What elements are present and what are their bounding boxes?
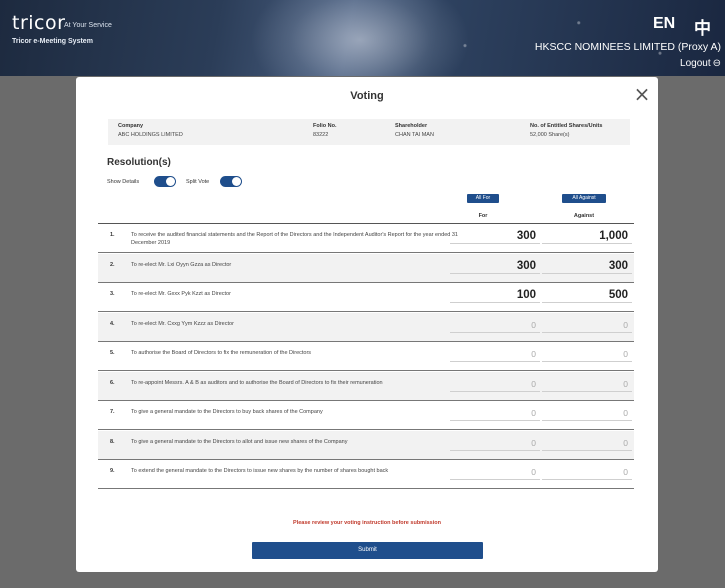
shares-info: No. of Entitled Shares/Units 52,000 Shar… [530,123,602,138]
submit-button[interactable]: Submit [252,542,483,559]
against-vote-input[interactable]: 500 [542,287,632,303]
split-vote-label: Split Vote [186,179,210,185]
resolution-number: 3. [110,291,115,297]
resolution-text: To re-elect Mr. Lxi Oyyn Gzza as Directo… [131,261,232,268]
for-vote-input[interactable]: 100 [450,287,540,303]
resolution-text: To extend the general mandate to the Dir… [131,468,389,474]
system-name: Tricor e-Meeting System [12,38,93,45]
shares-label: No. of Entitled Shares/Units [530,123,603,129]
user-name: HKSCC NOMINEES LIMITED (Proxy A) [534,41,721,53]
logout-icon: ⊖ [712,58,721,69]
shareholder-label: Shareholder [395,123,428,129]
for-vote-input[interactable]: 0 [450,317,540,333]
resolution-number: 1. [110,232,115,238]
company-info: Company ABC HOLDINGS LIMITED [118,123,183,138]
resolution-row: 4. To re-elect Mr. Cxxg Yym Kzzz as Direc… [98,312,634,342]
resolution-number: 4. [110,320,115,327]
for-vote-input[interactable]: 0 [450,376,540,392]
resolution-text: To re-elect Mr. Gxxx Pyk Kzzt as Directo… [131,291,231,297]
resolution-text: To authorise the Board of Directors to f… [131,350,312,356]
logo-tagline: At Your Service [64,22,112,29]
company-label: Company [118,123,144,129]
resolution-text: To give a general mandate to the Directo… [131,409,323,415]
against-vote-input[interactable]: 0 [542,464,632,480]
against-vote-input[interactable]: 0 [542,405,632,421]
show-details-label: Show Details [107,179,140,185]
language-en-link[interactable]: EN [653,15,675,33]
resolution-row: 7. To give a general mandate to the Direc… [98,401,634,430]
resolution-row: 5. To authorise the Board of Directors to… [98,342,634,371]
resolution-number: 8. [110,438,115,445]
toggle-knob [166,177,175,186]
resolution-row: 9. To extend the general mandate to the D… [98,460,634,489]
resolution-row: 8. To give a general mandate to the Direc… [98,430,634,460]
for-column-header: For [478,213,488,219]
resolution-number: 7. [110,409,115,415]
resolutions-title: Resolution(s) [107,157,171,168]
modal-title: Voting [350,90,384,102]
header-banner: tricor At Your Service Tricor e-Meeting … [0,0,725,76]
show-details-toggle[interactable] [154,176,176,187]
company-value: ABC HOLDINGS LIMITED [118,132,183,138]
shareholder-value: CHAN TAI MAN [395,132,434,138]
all-against-button[interactable]: All Against [562,194,606,203]
shares-value: 52,000 Share(s) [530,132,570,138]
shareholder-info: Shareholder CHAN TAI MAN [395,123,434,138]
split-vote-toggle[interactable] [220,176,242,187]
resolution-row: 2. To re-elect Mr. Lxi Oyyn Gzza as Direc… [98,253,634,283]
shareholder-info-box: Company ABC HOLDINGS LIMITED Folio No. 8… [108,119,630,145]
resolution-row: 1. To receive the audited financial state… [98,224,634,253]
for-vote-input[interactable]: 0 [450,464,540,480]
warning-message: Please review your voting instruction be… [293,520,441,526]
against-vote-input[interactable]: 300 [542,258,632,274]
resolution-text: To give a general mandate to the Directo… [131,438,348,445]
resolution-text: To re-elect Mr. Cxxg Yym Kzzz as Directo… [131,320,234,327]
resolution-row: 6. To re-appoint Messrs. A & B as auditor… [98,371,634,401]
for-vote-input[interactable]: 300 [450,228,540,244]
resolution-number: 2. [110,261,115,268]
against-vote-input[interactable]: 0 [542,376,632,392]
resolution-number: 9. [110,468,115,474]
row-divider [98,488,634,489]
banner-network-pattern [400,0,725,76]
for-vote-input[interactable]: 0 [450,435,540,451]
against-vote-input[interactable]: 1,000 [542,228,632,244]
logout-link[interactable]: Logout ⊖ [680,58,721,69]
against-vote-input[interactable]: 0 [542,317,632,333]
against-vote-input[interactable]: 0 [542,435,632,451]
resolution-text: To re-appoint Messrs. A & B as auditors … [131,379,383,386]
folio-label: Folio No. [313,123,337,129]
all-for-button[interactable]: All For [467,194,499,203]
logout-label: Logout [680,58,711,69]
resolution-number: 5. [110,350,115,356]
against-vote-input[interactable]: 0 [542,346,632,362]
language-zh-link[interactable]: 中 [694,14,711,39]
toggle-knob [232,177,241,186]
tricor-logo[interactable]: tricor [12,12,65,34]
for-vote-input[interactable]: 300 [450,258,540,274]
folio-info: Folio No. 83222 [313,123,337,138]
against-column-header: Against [573,213,595,219]
folio-value: 83222 [313,132,329,138]
resolution-row: 3. To re-elect Mr. Gxxx Pyk Kzzt as Direc… [98,283,634,312]
for-vote-input[interactable]: 0 [450,346,540,362]
close-icon[interactable]: × [633,84,651,104]
for-vote-input[interactable]: 0 [450,405,540,421]
resolution-text: To receive the audited financial stateme… [131,232,458,246]
voting-modal: Voting × Company ABC HOLDINGS LIMITED Fo… [76,77,658,572]
resolution-number: 6. [110,379,115,386]
